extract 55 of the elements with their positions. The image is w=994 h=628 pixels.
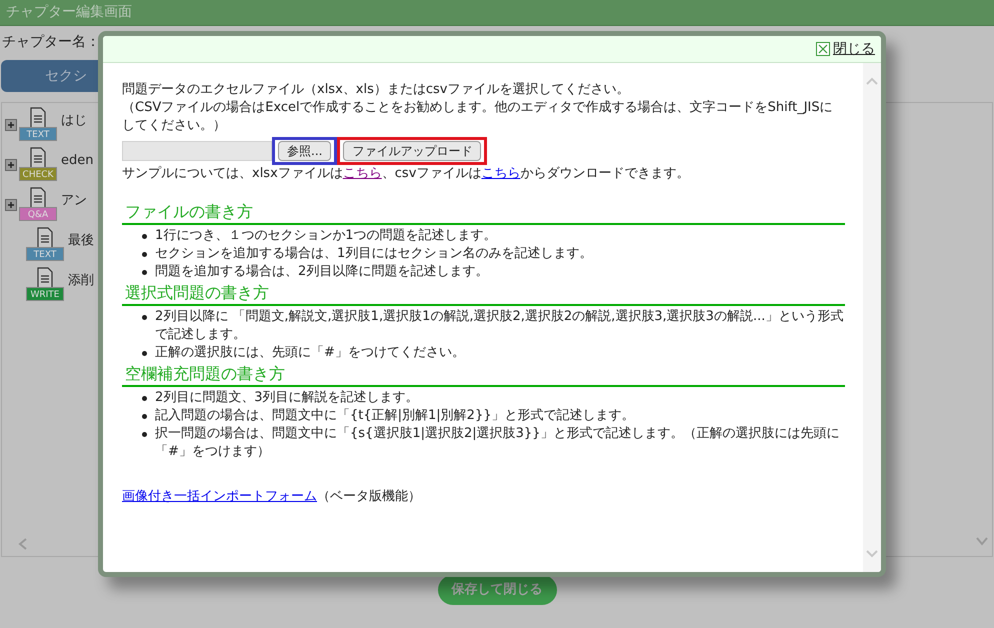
close-link[interactable]: 閉じる: [816, 38, 875, 60]
bullet-icon: [142, 351, 147, 356]
bullet-icon: [142, 252, 147, 257]
bullet-icon: [142, 432, 147, 437]
download-link[interactable]: こちら: [342, 166, 382, 181]
document-icon: [37, 267, 53, 289]
upload-button[interactable]: ファイルアップロード: [343, 141, 482, 161]
tree-item-label[interactable]: アン: [61, 191, 87, 210]
scroll-up-icon[interactable]: [866, 77, 878, 85]
instruction-text: 記入問題の場合は、問題文中に「{t{正解|別解1|別解2}}」と形式で記述します。: [155, 407, 634, 425]
scroll-left-icon[interactable]: [18, 538, 28, 550]
beta-note: （ベータ版機能）: [317, 489, 421, 504]
document-icon: [30, 147, 46, 169]
type-badge: TEXT: [26, 247, 64, 261]
document-icon: [30, 107, 46, 129]
scroll-down-icon[interactable]: [866, 550, 878, 558]
bullet-icon: [142, 234, 147, 239]
section-heading: 空欄補充問題の書き方: [122, 363, 845, 387]
instruction-text: 2列目以降に 「問題文,解説文,選択肢1,選択肢1の解説,選択肢2,選択肢2の解説,選択肢3,選択肢3の解説...」という形式で記述します。: [155, 308, 844, 344]
expand-icon[interactable]: [5, 119, 17, 131]
section-heading: ファイルの書き方: [122, 201, 845, 225]
tree-item-label[interactable]: 添削: [68, 271, 94, 290]
tree-item-label[interactable]: eden: [61, 151, 94, 170]
document-icon: [37, 227, 53, 249]
instruction-text: 択一問題の場合は、問題文中に「{s{選択肢1|選択肢2|選択肢3}}」と形式で記述します。（正解の選択肢には先頭に「#」をつけます）: [155, 425, 840, 461]
scrollbar[interactable]: [863, 63, 881, 572]
section-heading: 選択式問題の書き方: [122, 282, 845, 306]
instruction-text: 1行につき、１つのセクションか1つの問題を記述します。: [155, 227, 497, 245]
instruction-text: 正解の選択肢には、先頭に「#」をつけてください。: [155, 344, 465, 362]
sample-text: サンプルについては、xlsxファイルはこちら、csvファイルはこちらからダウンロードできます。: [122, 165, 690, 183]
instruction-text: 問題を追加する場合は、2列目以降に問題を記述します。: [155, 263, 488, 281]
chapter-name-label: チャプター名：: [2, 32, 100, 52]
tree-item-label[interactable]: 最後: [68, 231, 94, 250]
page-title: チャプター編集画面: [6, 3, 132, 22]
download-link[interactable]: こちら: [481, 166, 520, 181]
import-form-link[interactable]: 画像付き一括インポートフォーム: [122, 489, 317, 504]
file-path-field[interactable]: [122, 141, 272, 161]
scroll-down-icon[interactable]: [976, 536, 988, 546]
bullet-icon: [142, 396, 147, 401]
note-text: （CSVファイルの場合はExcelで作成することをお勧めします。他のエディタで作成する場合は、文字コードをShift_JISにしてください。）: [122, 99, 834, 135]
type-badge: WRITE: [26, 287, 64, 301]
expand-icon[interactable]: [5, 199, 17, 211]
tree-item-label[interactable]: はじ: [61, 111, 87, 130]
expand-icon[interactable]: [5, 159, 17, 171]
instruction-text: セクションを追加する場合は、1列目にはセクション名のみを記述します。: [155, 245, 592, 263]
bullet-icon: [142, 414, 147, 419]
type-badge: CHECK: [19, 167, 57, 181]
type-badge: Q&A: [19, 207, 57, 221]
instruction-text: 2列目に問題文、3列目に解説を記述します。: [155, 389, 419, 407]
document-icon: [30, 187, 46, 209]
browse-button[interactable]: 参照...: [278, 141, 332, 161]
close-icon: [816, 42, 830, 56]
type-badge: TEXT: [19, 127, 57, 141]
bullet-icon: [142, 315, 147, 320]
bullet-icon: [142, 270, 147, 275]
